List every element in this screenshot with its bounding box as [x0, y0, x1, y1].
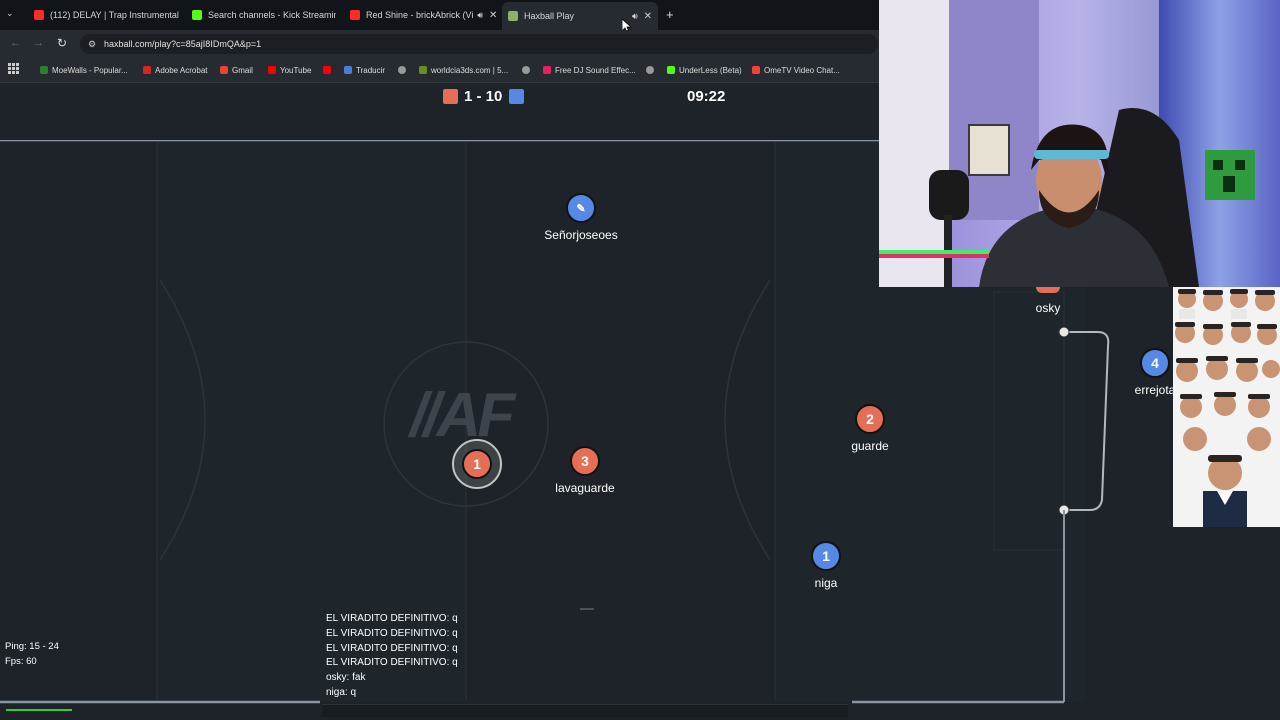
apps-grid-icon[interactable]: [8, 63, 19, 74]
bookmark-label: Traducir: [356, 65, 386, 75]
bookmark-youtube-2[interactable]: [323, 63, 335, 77]
tab-title: Haxball Play: [524, 11, 575, 21]
chat-message: EL VIRADITO DEFINITIVO: q: [326, 627, 458, 639]
avatar-icon: ✎: [576, 202, 586, 215]
player-disc-niga: 1: [811, 541, 841, 571]
chat-message: EL VIRADITO DEFINITIVO: q: [326, 657, 458, 669]
bookmark-label: MoeWalls - Popular...: [52, 65, 128, 75]
dj-icon: [543, 66, 551, 74]
bookmark-label: YouTube: [280, 65, 312, 75]
red-team-indicator: [443, 89, 458, 104]
chat-message: EL VIRADITO DEFINITIVO: q: [326, 642, 458, 654]
fps-graph: [6, 709, 72, 711]
worldcia-icon: [419, 66, 427, 74]
player-disc-lavaguarde: 3: [570, 446, 600, 476]
bookmark-label: Free DJ Sound Effec...: [555, 65, 636, 75]
chat-input[interactable]: [322, 704, 848, 717]
bookmark-gmail[interactable]: Gmail: [220, 63, 253, 77]
tab-red-shine[interactable]: Red Shine - brickAbrick (Vi 🔊︎ ✕: [344, 4, 496, 26]
tab-youtube[interactable]: (112) DELAY | Trap Instrumental ✕: [28, 4, 180, 26]
youtube-icon: [268, 66, 276, 74]
site-info-icon[interactable]: ⚙: [88, 34, 96, 54]
ometv-icon: [752, 66, 760, 74]
chat-log: EL VIRADITO DEFINITIVO: q EL VIRADITO DE…: [326, 612, 846, 701]
youtube-icon: [34, 10, 44, 20]
player-disc-errejota: 4: [1140, 348, 1170, 378]
url-text: haxball.com/play?c=85ajI8IDmQA&p=1: [104, 39, 262, 49]
ping-readout: Ping: 15 - 24: [5, 641, 59, 652]
close-icon[interactable]: ✕: [179, 10, 180, 21]
acrobat-icon: [143, 66, 151, 74]
webcam-overlay: [879, 0, 1280, 287]
haxball-icon: [508, 11, 518, 21]
player-name: errejota: [1134, 383, 1176, 397]
tab-kick[interactable]: Search channels - Kick Streaming ✕: [186, 4, 336, 26]
moewalls-icon: [40, 66, 48, 74]
tab-title: (112) DELAY | Trap Instrumental: [50, 10, 179, 20]
center-logo: //AF: [410, 381, 515, 450]
bookmark-label: UnderLess (Beta): [679, 65, 742, 75]
forward-icon[interactable]: →: [33, 37, 44, 49]
globe-icon: [522, 66, 530, 74]
tab-search-chevron[interactable]: ⌄: [6, 8, 14, 19]
bookmark-label: Adobe Acrobat: [155, 65, 208, 75]
tab-title: Red Shine - brickAbrick (Vi: [366, 10, 474, 20]
bookmark-label: OmeTV Video Chat...: [764, 65, 840, 75]
url-field[interactable]: ⚙ haxball.com/play?c=85ajI8IDmQA&p=1: [80, 34, 878, 54]
globe-icon: [646, 66, 654, 74]
chat-message: niga: q: [326, 686, 357, 698]
bookmark-free-dj[interactable]: Free DJ Sound Effec...: [543, 63, 636, 77]
player-name: niga: [814, 576, 838, 590]
player-name: guarde: [851, 439, 889, 453]
youtube-icon: [323, 66, 331, 74]
kick-icon: [192, 10, 202, 20]
close-icon[interactable]: ✕: [638, 11, 652, 22]
fps-readout: Fps: 60: [5, 656, 37, 667]
player-name: osky: [1035, 301, 1061, 315]
translate-icon: [344, 66, 352, 74]
tab-haxball[interactable]: Haxball Play 🔊︎ ✕: [502, 2, 658, 30]
chat-message: EL VIRADITO DEFINITIVO: q: [326, 613, 458, 624]
close-icon[interactable]: ✕: [483, 10, 496, 21]
kick-icon: [667, 66, 675, 74]
player-name: lavaguarde: [555, 481, 615, 495]
reload-icon[interactable]: ↻: [57, 36, 67, 50]
bookmark-globe-3[interactable]: [646, 63, 658, 77]
player-disc-osky: [1036, 287, 1060, 293]
player-disc-own: 1: [462, 449, 492, 479]
faces-collage-overlay: [1173, 287, 1280, 527]
bookmark-globe-1[interactable]: [398, 63, 410, 77]
bookmark-label: worldcia3ds.com | 5...: [431, 65, 509, 75]
bookmark-worldcia3ds[interactable]: worldcia3ds.com | 5...: [419, 63, 508, 77]
gmail-icon: [220, 66, 228, 74]
bookmark-underless[interactable]: UnderLess (Beta): [667, 63, 742, 77]
score-bar: [0, 83, 880, 139]
player-disc-senorjoseoes: ✎: [566, 193, 596, 223]
globe-icon: [398, 66, 406, 74]
tab-title: Search channels - Kick Streaming: [208, 10, 336, 20]
bookmark-adobe-acrobat[interactable]: Adobe Acrobat: [143, 63, 207, 77]
back-icon[interactable]: ←: [10, 37, 21, 49]
blue-team-indicator: [509, 89, 524, 104]
bookmark-traducir[interactable]: Traducir: [344, 63, 385, 77]
new-tab-button[interactable]: +: [666, 7, 674, 22]
bookmark-ometv[interactable]: OmeTV Video Chat...: [752, 63, 840, 77]
bookmark-youtube[interactable]: YouTube: [268, 63, 311, 77]
chat-message: osky: fak: [326, 672, 366, 684]
match-timer: 09:22: [687, 88, 726, 105]
bookmark-moewalls[interactable]: MoeWalls - Popular...: [40, 63, 128, 77]
bookmark-label: Gmail: [232, 65, 253, 75]
net-stats: Ping: 15 - 24 Fps: 60: [5, 639, 59, 669]
bookmark-globe-2[interactable]: [522, 63, 534, 77]
score-display: 1 - 10: [464, 88, 503, 105]
player-name: Señorjoseoes: [544, 228, 618, 242]
player-disc-guarde: 2: [855, 404, 885, 434]
youtube-icon: [350, 10, 360, 20]
